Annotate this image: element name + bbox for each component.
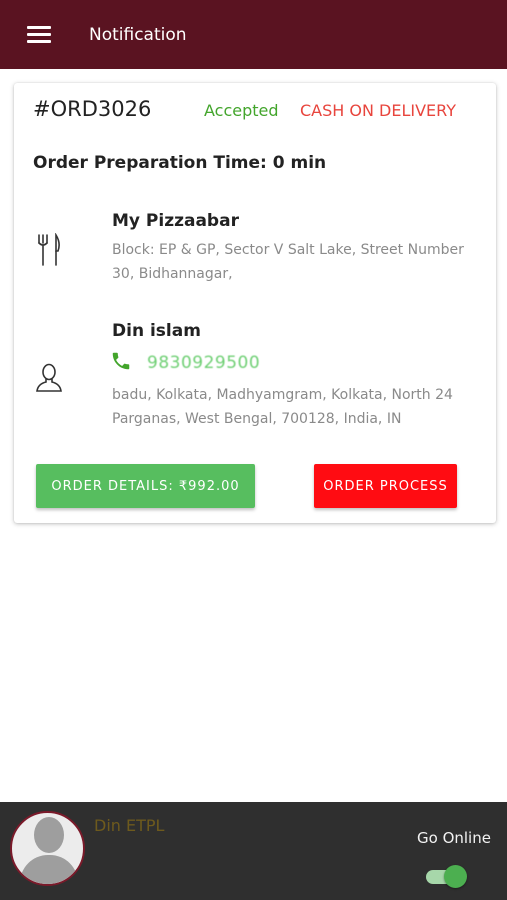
- go-online-label: Go Online: [417, 829, 491, 847]
- customer-address: badu, Kolkata, Madhyamgram, Kolkata, Nor…: [112, 387, 453, 427]
- page-title: Notification: [89, 24, 187, 45]
- payment-mode: CASH ON DELIVERY: [300, 101, 457, 120]
- order-details-button[interactable]: ORDER DETAILS: ₹992.00: [36, 464, 255, 508]
- go-online-toggle[interactable]: [424, 864, 468, 888]
- restaurant-address: Block: EP & GP, Sector V Salt Lake, Stre…: [112, 242, 464, 282]
- fork-knife-icon: [38, 233, 60, 266]
- customer-phone[interactable]: 9830929500: [147, 353, 260, 373]
- order-status: Accepted: [204, 101, 279, 120]
- app-bar: Notification: [0, 0, 507, 69]
- preparation-time: Order Preparation Time: 0 min: [33, 153, 327, 173]
- restaurant-name: My Pizzaabar: [112, 211, 239, 231]
- bottom-bar: Din ETPL Go Online: [0, 802, 507, 900]
- customer-name: Din islam: [112, 321, 201, 341]
- user-name: Din ETPL: [94, 816, 165, 835]
- phone-icon[interactable]: [110, 350, 132, 372]
- user-outline-icon: [36, 363, 62, 392]
- order-id: #ORD3026: [33, 97, 152, 121]
- avatar-placeholder-icon[interactable]: [10, 811, 85, 886]
- hamburger-menu-icon[interactable]: [0, 0, 80, 69]
- order-process-button[interactable]: ORDER PROCESS: [314, 464, 457, 508]
- order-card: #ORD3026 Accepted CASH ON DELIVERY Order…: [14, 83, 496, 523]
